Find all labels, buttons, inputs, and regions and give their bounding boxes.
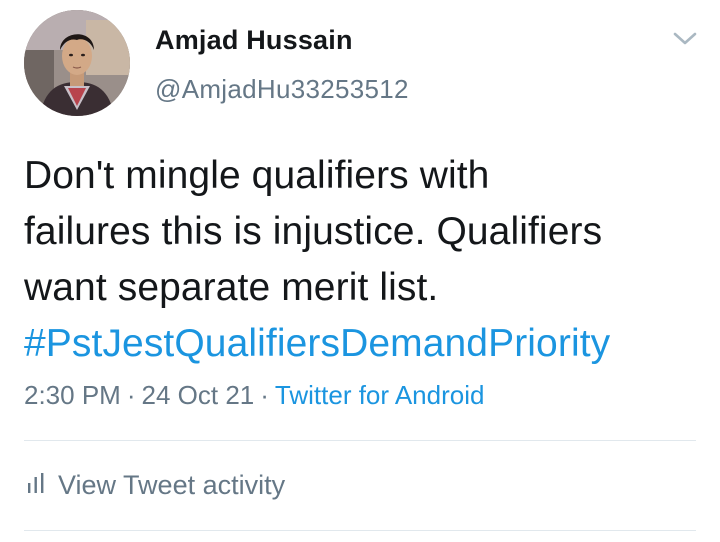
author-display-name[interactable]: Amjad Hussain	[155, 25, 353, 56]
separator-dot: ·	[126, 380, 136, 410]
tweet-metadata: 2:30 PM · 24 Oct 21 · Twitter for Android	[24, 380, 484, 411]
separator-dot: ·	[260, 380, 269, 410]
tweet-text-line: want separate merit list.	[24, 266, 439, 309]
author-handle[interactable]: @AmjadHu33253512	[155, 74, 409, 105]
divider	[24, 440, 696, 441]
tweet-text: Don't mingle qualifiers with failures th…	[24, 148, 704, 372]
avatar[interactable]	[24, 10, 130, 116]
hashtag-link[interactable]: #PstJestQualifiersDemandPriority	[24, 322, 610, 365]
tweet-text-line: Don't mingle qualifiers with	[24, 154, 490, 197]
divider	[24, 530, 696, 531]
bar-chart-icon	[26, 471, 46, 500]
tweet-text-line: failures this is injustice. Qualifiers	[24, 210, 603, 253]
tweet-source-link[interactable]: Twitter for Android	[275, 380, 485, 410]
view-tweet-activity-button[interactable]: View Tweet activity	[26, 470, 285, 501]
tweet-card: Amjad Hussain @AmjadHu33253512 Don't min…	[0, 0, 720, 542]
tweet-date[interactable]: 24 Oct 21	[142, 380, 255, 410]
chevron-down-icon[interactable]	[668, 22, 702, 56]
view-tweet-activity-label: View Tweet activity	[58, 470, 286, 500]
tweet-time: 2:30 PM	[24, 380, 121, 410]
